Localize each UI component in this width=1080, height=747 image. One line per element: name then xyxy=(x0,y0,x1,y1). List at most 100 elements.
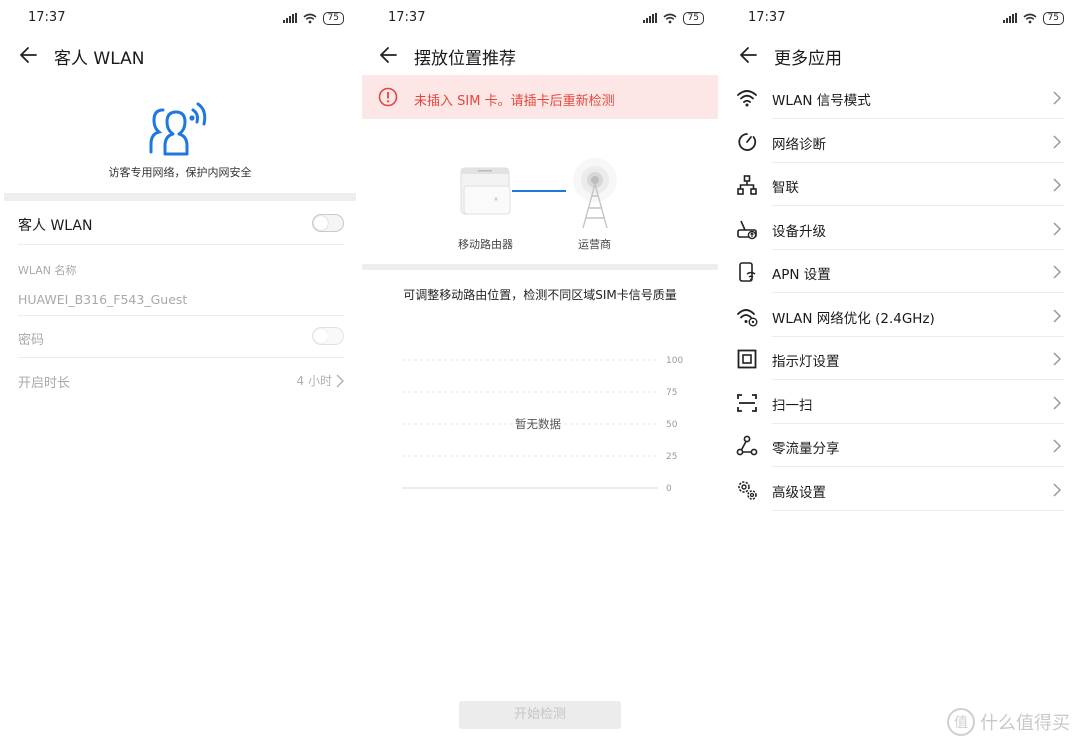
signal-icon xyxy=(1002,13,1017,23)
wifi-status-icon xyxy=(303,13,317,23)
menu-item[interactable]: 指示灯设置 xyxy=(720,337,1080,380)
carrier-label: 运营商 xyxy=(578,238,611,251)
chevron-right-icon xyxy=(1053,134,1062,149)
router-upgrade-icon xyxy=(737,220,757,239)
router-icon xyxy=(460,167,511,215)
chevron-right-icon xyxy=(1053,395,1062,410)
apn-phone-icon xyxy=(739,262,756,282)
share-icon xyxy=(736,435,758,456)
password-toggle[interactable] xyxy=(312,327,344,345)
menu-item[interactable]: 扫一扫 xyxy=(720,381,1080,424)
guest-hero xyxy=(0,96,360,162)
more-apps-screen: 17:37 75 更多应用 WLAN 信号模式 网络诊断智联设备升级 APN 设置 W… xyxy=(720,0,1080,747)
menu-item-label: WLAN 信号模式 xyxy=(772,93,871,109)
hero-caption: 访客专用网络，保护内网安全 xyxy=(108,166,252,179)
menu-item[interactable]: WLAN 网络优化 (2.4GHz) xyxy=(720,294,1080,337)
alert-text: 未插入 SIM 卡。请插卡后重新检测 xyxy=(414,94,615,109)
page-title: 摆放位置推荐 xyxy=(414,49,516,69)
status-icons: 75 xyxy=(642,10,704,26)
divider xyxy=(18,357,344,358)
signal-icon xyxy=(282,13,297,23)
menu-item-label: 网络诊断 xyxy=(772,136,826,153)
section-divider xyxy=(362,264,718,270)
scan-icon xyxy=(737,393,757,412)
menu-item-label: WLAN 网络优化 (2.4GHz) xyxy=(772,310,935,327)
smzdm-logo-icon: 值 xyxy=(947,708,975,736)
divider xyxy=(18,315,344,316)
placement-recommend-screen: 17:37 75 摆放位置推荐 未插入 SIM 卡。请插卡后重新检测 移动路由器… xyxy=(360,0,720,747)
diagnosis-icon xyxy=(738,132,757,151)
back-arrow-icon[interactable] xyxy=(16,42,42,68)
connection-diagram: 移动路由器 运营商 xyxy=(360,150,720,260)
chevron-right-icon xyxy=(1053,352,1062,366)
watermark-logo-glyph: 值 xyxy=(954,715,968,731)
y-tick-label: 100 xyxy=(666,356,683,366)
menu-item-label: 扫一扫 xyxy=(772,397,813,414)
wlan-name-field[interactable]: HUAWEI_B316_F543_Guest xyxy=(18,292,344,307)
menu-item[interactable]: WLAN 信号模式 xyxy=(720,76,1080,119)
chevron-right-icon xyxy=(1053,221,1062,236)
menu-item-label: APN 设置 xyxy=(772,267,831,283)
gears-icon xyxy=(738,480,757,500)
battery-indicator: 75 xyxy=(682,11,704,25)
y-tick-label: 75 xyxy=(666,388,677,398)
menu-item-label: 零流量分享 xyxy=(772,441,840,457)
duration-value: 4 小时 xyxy=(296,374,332,388)
connection-line xyxy=(512,190,566,192)
router-label: 移动路由器 xyxy=(458,238,513,251)
signal-quality-chart: 100 75 50 25 0 暂无数据 xyxy=(402,356,683,494)
page-title: 客人 WLAN xyxy=(54,49,145,69)
placement-hint: 可调整移动路由位置，检测不同区域SIM卡信号质量 xyxy=(403,288,677,302)
menu-item[interactable]: 智联 xyxy=(720,163,1080,206)
y-tick-label: 25 xyxy=(666,452,677,462)
battery-indicator: 75 xyxy=(1042,11,1064,25)
menu-item[interactable]: 设备升级 xyxy=(720,207,1080,250)
status-bar: 17:37 75 xyxy=(0,0,360,36)
password-label: 密码 xyxy=(18,333,45,348)
indicator-light-icon xyxy=(737,349,757,369)
menu-item[interactable]: 零流量分享 xyxy=(720,424,1080,467)
section-divider xyxy=(4,193,356,201)
app-bar: 摆放位置推荐 xyxy=(360,36,720,74)
signal-icon xyxy=(642,13,657,23)
menu-item[interactable]: 网络诊断 xyxy=(720,120,1080,163)
sim-alert-banner: 未插入 SIM 卡。请插卡后重新检测 xyxy=(362,75,718,119)
duration-setting[interactable]: 4 小时 xyxy=(297,372,344,389)
menu-item-label: 智联 xyxy=(772,180,799,196)
guest-wlan-toggle[interactable] xyxy=(312,214,344,232)
status-bar: 17:37 75 xyxy=(720,0,1080,36)
app-bar: 客人 WLAN xyxy=(0,36,360,74)
cell-tower-icon xyxy=(573,158,617,229)
battery-indicator: 75 xyxy=(322,11,344,25)
wlan-name-label: WLAN 名称 xyxy=(18,264,77,277)
watermark-text: 什么值得买 xyxy=(980,713,1070,734)
divider xyxy=(18,244,344,245)
guest-users-icon xyxy=(149,102,207,156)
guest-wlan-toggle-label: 客人 WLAN xyxy=(18,218,93,234)
chevron-right-icon xyxy=(1053,439,1062,453)
status-time: 17:37 xyxy=(748,10,786,25)
y-tick-label: 50 xyxy=(666,420,678,430)
page-title: 更多应用 xyxy=(774,49,842,69)
app-bar: 更多应用 xyxy=(720,36,1080,74)
divider xyxy=(772,509,1064,511)
back-arrow-icon[interactable] xyxy=(736,42,762,68)
menu-item[interactable]: 高级设置 xyxy=(720,468,1080,511)
chevron-right-icon xyxy=(336,373,344,388)
menu-item[interactable]: APN 设置 xyxy=(720,250,1080,293)
wifi-status-icon xyxy=(663,13,677,23)
back-arrow-icon[interactable] xyxy=(376,42,402,68)
duration-label: 开启时长 xyxy=(18,376,71,391)
network-tree-icon xyxy=(737,175,757,195)
status-time: 17:37 xyxy=(388,10,426,25)
chevron-right-icon xyxy=(1053,91,1062,105)
wifi-status-icon xyxy=(1023,13,1037,23)
start-detect-button[interactable]: 开始检测 xyxy=(459,701,621,729)
menu-item-label: 高级设置 xyxy=(772,484,826,501)
status-icons: 75 xyxy=(1002,10,1064,26)
watermark: 值 什么值得买 xyxy=(946,707,1070,737)
chevron-right-icon xyxy=(1053,308,1062,323)
y-tick-label: 0 xyxy=(666,484,672,494)
wifi-icon xyxy=(737,90,757,107)
chevron-right-icon xyxy=(1053,265,1062,279)
